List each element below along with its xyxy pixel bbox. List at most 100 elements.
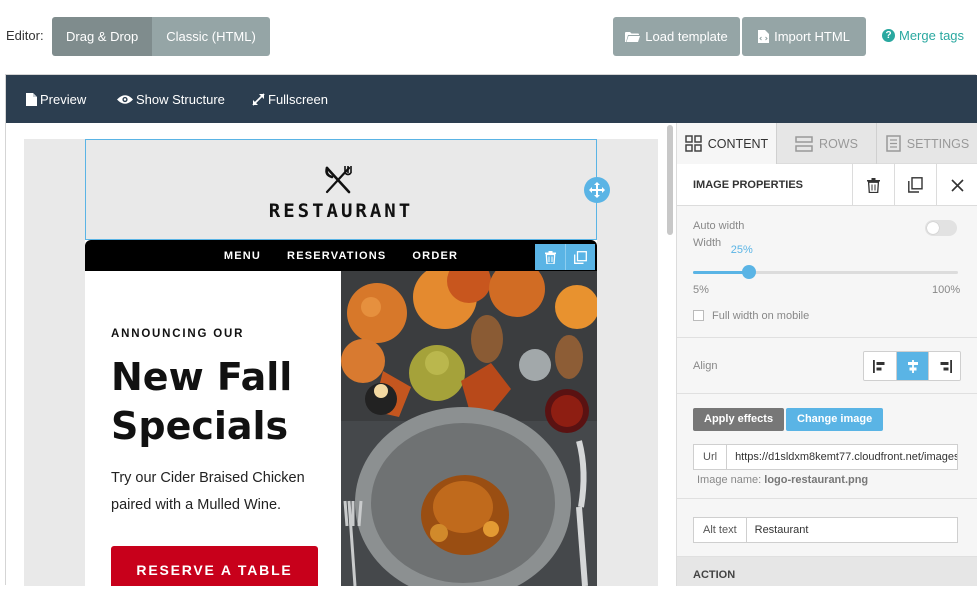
url-input[interactable]: https://d1sldxm8kemt77.cloudfront.net/im… [727, 445, 957, 469]
change-image-button[interactable]: Change image [786, 408, 884, 431]
document-icon [26, 92, 37, 106]
logo-text: RESTAURANT [268, 200, 414, 222]
alt-text-field[interactable]: Alt text Restaurant [693, 517, 958, 543]
kicker-text: ANNOUNCING OUR [111, 328, 245, 340]
image-source-section: Apply effects Change image Url https://d… [677, 394, 977, 499]
folder-icon [625, 31, 641, 42]
editor-label: Editor: [6, 28, 44, 43]
image-name: Image name: logo-restaurant.png [697, 474, 868, 486]
email-canvas: RESTAURANT MENU RESERVATIONS ORDER ANNOU… [6, 123, 676, 586]
classic-html-mode-button[interactable]: Classic (HTML) [152, 17, 270, 56]
import-html-label: Import HTML [774, 29, 850, 44]
alt-text-input[interactable]: Restaurant [747, 518, 957, 542]
load-template-label: Load template [645, 29, 728, 44]
expand-icon [252, 92, 265, 106]
apply-effects-button[interactable]: Apply effects [693, 408, 785, 431]
duplicate-row-button[interactable] [565, 244, 595, 270]
image-properties-title: IMAGE PROPERTIES [693, 179, 804, 191]
nav-order[interactable]: ORDER [412, 250, 458, 262]
fullscreen-label: Fullscreen [268, 91, 328, 107]
alt-text-section: Alt text Restaurant [677, 499, 977, 557]
align-left-icon [873, 359, 885, 373]
canvas-scrollbar[interactable] [667, 125, 673, 235]
preview-button[interactable]: Preview [26, 75, 86, 123]
trash-icon [867, 177, 880, 193]
nav-reservations[interactable]: RESERVATIONS [287, 250, 386, 262]
load-template-button[interactable]: Load template [613, 17, 740, 56]
tab-rows-label: ROWS [819, 136, 858, 151]
action-section[interactable]: ACTION [677, 557, 977, 586]
drag-drop-mode-button[interactable]: Drag & Drop [52, 17, 153, 56]
align-left-button[interactable] [864, 352, 896, 380]
full-width-mobile-checkbox[interactable] [693, 310, 704, 321]
top-bar: Editor: Drag & Drop Classic (HTML) Load … [0, 0, 980, 74]
delete-row-button[interactable] [535, 244, 565, 270]
close-icon [951, 178, 964, 192]
editor-frame: Preview Show Structure Fullscreen RESTAU… [5, 74, 977, 586]
show-structure-button[interactable]: Show Structure [117, 75, 225, 123]
body-copy: Try our Cider Braised Chicken paired wit… [111, 470, 305, 513]
question-circle-icon: ? [882, 29, 895, 42]
align-center-button[interactable] [896, 352, 928, 380]
delete-block-button[interactable] [852, 164, 894, 206]
align-right-icon [940, 359, 952, 373]
full-width-mobile-label: Full width on mobile [712, 310, 810, 322]
merge-tags-label: Merge tags [899, 28, 965, 43]
editor-mode-switch: Drag & Drop Classic (HTML) [52, 17, 270, 56]
image-name-value: logo-restaurant.png [764, 474, 869, 486]
width-slider-handle[interactable]: 25% [731, 244, 756, 279]
width-max-label: 100% [932, 284, 961, 296]
email-row[interactable]: MENU RESERVATIONS ORDER ANNOUNCING OUR N… [85, 240, 597, 586]
row-actions [535, 244, 595, 270]
width-slider-fill [693, 271, 749, 274]
move-handle-icon[interactable] [584, 177, 610, 203]
headline: New Fall Specials [111, 355, 293, 448]
preview-label: Preview [40, 91, 87, 107]
close-panel-button[interactable] [936, 164, 977, 206]
align-section: Align [677, 338, 977, 394]
import-html-button[interactable]: Import HTML [742, 17, 866, 56]
copy-icon [908, 177, 923, 193]
editor-toolbar: Preview Show Structure Fullscreen [6, 75, 977, 123]
duplicate-block-button[interactable] [894, 164, 936, 206]
panel-tabs: CONTENT ROWS SETTINGS [677, 123, 977, 164]
selected-logo-block[interactable]: RESTAURANT [85, 139, 597, 240]
tab-settings-label: SETTINGS [906, 136, 970, 151]
image-properties-header: IMAGE PROPERTIES [677, 164, 977, 206]
fullscreen-button[interactable]: Fullscreen [252, 75, 328, 123]
url-label: Url [694, 445, 728, 469]
email-nav: MENU RESERVATIONS ORDER [85, 240, 597, 271]
align-buttons [863, 351, 961, 381]
align-center-icon [907, 359, 918, 373]
url-field[interactable]: Url https://d1sldxm8kemt77.cloudfront.ne… [693, 444, 958, 470]
copy-icon [574, 250, 587, 264]
tab-content[interactable]: CONTENT [677, 123, 777, 164]
auto-width-toggle[interactable] [925, 220, 957, 236]
tab-settings[interactable]: SETTINGS [877, 123, 977, 164]
width-value: 25% [730, 244, 753, 256]
width-label: Width [693, 237, 722, 249]
grid-icon [685, 135, 702, 152]
settings-icon [885, 135, 901, 152]
align-right-button[interactable] [928, 352, 960, 380]
tab-content-label: CONTENT [707, 136, 769, 151]
eye-icon [117, 94, 133, 104]
image-name-label: Image name: [697, 474, 762, 486]
trash-icon [544, 250, 556, 264]
alt-text-label: Alt text [694, 518, 747, 542]
fork-knife-icon [325, 166, 352, 194]
width-min-label: 5% [693, 284, 709, 296]
show-structure-label: Show Structure [136, 91, 225, 107]
properties-panel: CONTENT ROWS SETTINGS IMAGE PROPERTIES A… [676, 123, 977, 586]
auto-width-label: Auto width [693, 220, 745, 232]
width-slider[interactable]: 25% [693, 244, 958, 279]
width-section: Auto width Width 25% 5% 100% Full width … [677, 206, 977, 338]
tab-rows[interactable]: ROWS [777, 123, 877, 164]
file-code-icon [758, 30, 770, 43]
nav-menu[interactable]: MENU [224, 250, 261, 262]
rows-icon [795, 135, 813, 152]
fall-dish-photo[interactable] [341, 271, 597, 586]
merge-tags-link[interactable]: ? Merge tags [882, 28, 964, 43]
action-title: ACTION [693, 569, 736, 581]
reserve-table-button[interactable]: RESERVE A TABLE [111, 546, 318, 586]
